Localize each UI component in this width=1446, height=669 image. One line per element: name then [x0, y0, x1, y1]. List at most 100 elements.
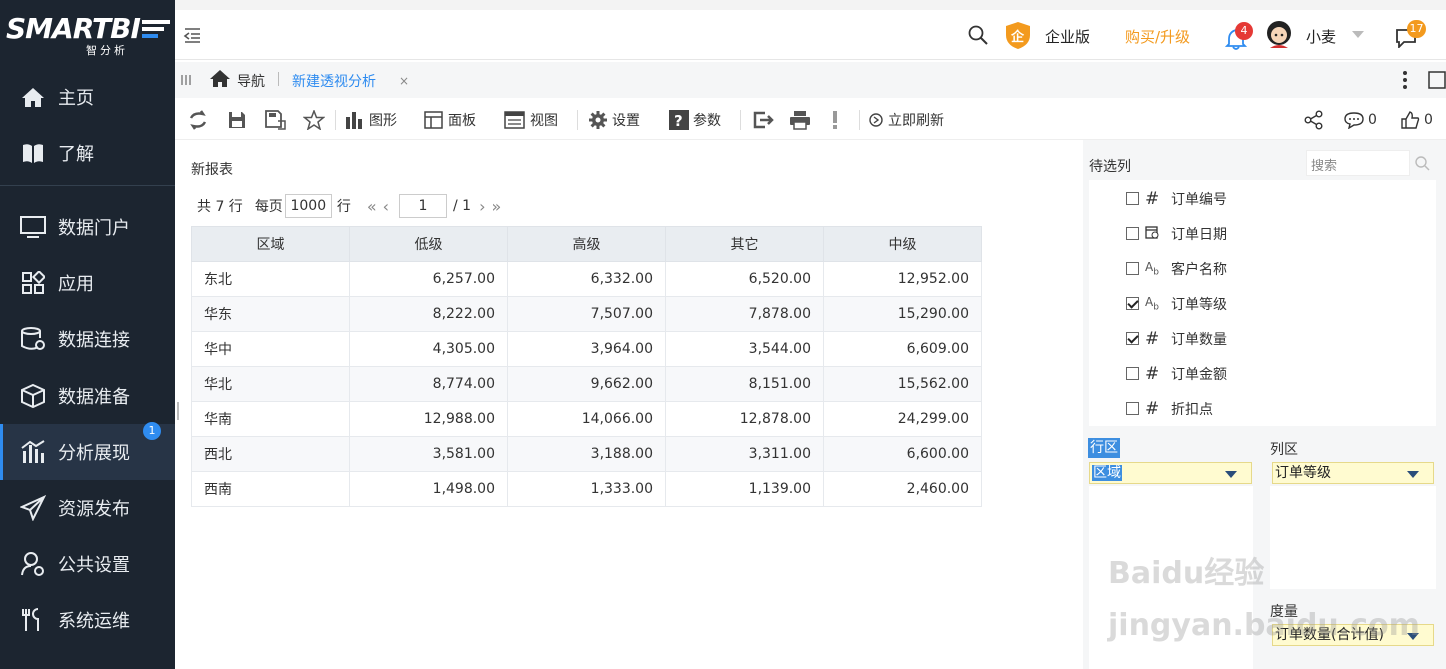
panel-button[interactable]: 面板 [424, 100, 476, 140]
measure-area-field[interactable]: 订单数量(合计值) [1272, 624, 1434, 646]
print-button[interactable] [789, 100, 815, 140]
save-button[interactable] [227, 100, 251, 140]
column-header[interactable]: 区域 [191, 226, 350, 262]
field-item[interactable]: Ab 订单等级 [1126, 286, 1227, 321]
search-icon[interactable] [1414, 155, 1430, 171]
table-cell: 7,878.00 [665, 296, 824, 332]
save-as-button[interactable] [264, 100, 290, 140]
nav-apps[interactable]: 应用 [0, 255, 175, 311]
nav-home[interactable]: 主页 [0, 69, 175, 125]
user-name[interactable]: 小麦 [1306, 26, 1336, 47]
checkbox[interactable] [1126, 227, 1139, 240]
column-header[interactable]: 中级 [823, 226, 982, 262]
table-cell: 1,498.00 [349, 471, 508, 507]
page-total: / 1 [453, 198, 472, 214]
checkbox-checked[interactable] [1126, 332, 1139, 345]
column-header[interactable]: 高级 [507, 226, 666, 262]
messages-button[interactable]: 17 [1395, 20, 1429, 50]
params-label: 参数 [693, 113, 721, 129]
splitter-handle[interactable] [177, 402, 179, 420]
like-button[interactable]: 0 [1400, 100, 1433, 140]
chevron-down-icon[interactable] [1352, 31, 1364, 39]
table-cell: 华东 [191, 296, 350, 332]
first-page-icon[interactable]: « [367, 197, 377, 216]
table-cell: 24,299.00 [823, 401, 982, 437]
edition-label: 企业版 [1045, 28, 1091, 46]
alert-button[interactable] [831, 100, 843, 140]
refresh-label: 立即刷新 [888, 113, 944, 129]
per-page-input[interactable]: 1000 [284, 194, 332, 218]
text-type-icon: Ab [1145, 259, 1159, 278]
nav-analysis[interactable]: 分析展现 1 [0, 422, 175, 480]
tab-new-pivot[interactable]: 新建透视分析 [292, 71, 376, 91]
bar-chart-icon [346, 112, 362, 129]
field-item[interactable]: # 订单金额 [1126, 356, 1227, 391]
nav-label: 公共设置 [58, 555, 130, 576]
dropdown-arrow-icon[interactable] [1407, 471, 1419, 478]
nav-data-portal[interactable]: 数据门户 [0, 199, 175, 255]
refresh-now-button[interactable]: 立即刷新 [868, 100, 944, 140]
table-cell: 3,964.00 [507, 331, 666, 367]
comment-button[interactable]: 0 [1344, 100, 1377, 140]
more-vertical-icon[interactable] [1402, 70, 1408, 90]
nav-publish[interactable]: 资源发布 [0, 480, 175, 536]
undo-refresh-button[interactable] [188, 100, 212, 140]
field-item[interactable]: Ab 客户名称 [1126, 251, 1227, 286]
field-item[interactable]: # 订单数量 [1126, 321, 1227, 356]
favorite-button[interactable] [303, 100, 329, 140]
field-item[interactable]: 订单日期 [1126, 216, 1227, 251]
last-page-icon[interactable]: » [492, 197, 502, 216]
nav-data-connect[interactable]: 数据连接 [0, 311, 175, 367]
panel-layout-icon [424, 111, 443, 129]
top-bar: 企 企业版 购买/升级 4 小麦 17 [175, 10, 1446, 60]
export-button[interactable] [752, 100, 778, 140]
tab-navigation[interactable]: 导航 [237, 71, 265, 91]
dropdown-arrow-icon[interactable] [1225, 471, 1237, 478]
checkbox[interactable] [1126, 192, 1139, 205]
params-button[interactable]: ? 参数 [669, 100, 721, 140]
share-button[interactable] [1304, 100, 1328, 140]
prev-page-icon[interactable]: ‹ [383, 197, 389, 216]
settings-button[interactable]: 设置 [588, 100, 640, 140]
field-search-input[interactable]: 搜索 [1306, 150, 1410, 176]
collapse-menu-icon[interactable] [183, 26, 201, 44]
nav-data-prep[interactable]: 数据准备 [0, 368, 175, 424]
comment-icon [1344, 112, 1364, 129]
checkbox-checked[interactable] [1126, 297, 1139, 310]
tab-close-icon[interactable]: × [399, 74, 409, 88]
col-area-dropzone[interactable] [1270, 486, 1436, 589]
rows-unit: 行 [336, 199, 351, 215]
column-header[interactable]: 低级 [349, 226, 508, 262]
checkbox[interactable] [1126, 367, 1139, 380]
logo-subtitle: 智分析 [86, 44, 128, 57]
avatar[interactable] [1265, 20, 1293, 50]
next-page-icon[interactable]: › [479, 197, 485, 216]
field-label: 订单日期 [1171, 226, 1227, 243]
checkbox[interactable] [1126, 402, 1139, 415]
dropdown-arrow-icon[interactable] [1407, 633, 1419, 640]
field-item[interactable]: # 订单编号 [1126, 181, 1227, 216]
col-area-field[interactable]: 订单等级 [1272, 462, 1434, 484]
table-row: 东北 6,257.00 6,332.00 6,520.00 12,952.00 [191, 261, 982, 297]
notification-bell[interactable]: 4 [1225, 22, 1255, 50]
per-page-label: 每页 [254, 199, 283, 215]
nav-ops[interactable]: 系统运维 [0, 592, 175, 648]
notification-count: 4 [1235, 22, 1253, 40]
nav-label: 资源发布 [58, 499, 130, 520]
nav-learn[interactable]: 了解 [0, 125, 175, 181]
send-icon [20, 495, 46, 521]
upgrade-link[interactable]: 购买/升级 [1125, 26, 1190, 47]
checkbox[interactable] [1126, 262, 1139, 275]
row-area-field[interactable]: 区域 [1089, 462, 1252, 484]
field-item[interactable]: # 折扣点 [1126, 391, 1213, 426]
nav-public-settings[interactable]: 公共设置 [0, 536, 175, 592]
field-label: 订单数量 [1171, 331, 1227, 348]
search-icon[interactable] [968, 25, 988, 45]
row-area-dropzone[interactable] [1089, 486, 1253, 669]
chart-button[interactable]: 图形 [345, 100, 397, 140]
tab-handle-icon[interactable] [181, 74, 191, 86]
column-header[interactable]: 其它 [665, 226, 824, 262]
view-button[interactable]: 视图 [504, 100, 558, 140]
page-input[interactable]: 1 [399, 194, 448, 218]
maximize-icon[interactable] [1428, 71, 1446, 89]
